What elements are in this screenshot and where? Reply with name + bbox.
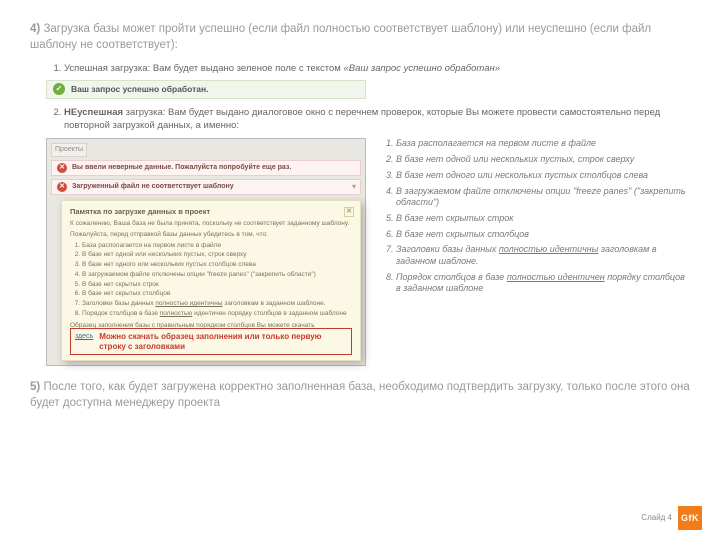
slide-number: Слайд 4 (641, 513, 672, 524)
memo-box: Памятка по загрузке данных в проект ✕ К … (61, 200, 361, 362)
success-bar-text: Ваш запрос успешно обработан. (71, 84, 209, 95)
error-row-1: ✕ Вы ввели неверные данные. Пожалуйста п… (51, 160, 361, 176)
section-4-text: Загрузка базы может пройти успешно (если… (30, 23, 651, 51)
download-link[interactable]: здесь (75, 332, 93, 341)
section-5-num: 5) (30, 381, 40, 393)
shot-tab: Проекты (51, 143, 87, 156)
error-icon: ✕ (57, 182, 67, 192)
item-success: Успешная загрузка: Вам будет выдано зеле… (64, 63, 690, 99)
chevron-down-icon: ▾ (352, 182, 356, 193)
section-5-text: После того, как будет загружена корректн… (30, 381, 690, 409)
error-row-2: ✕ Загруженный файл не соответствует шабл… (51, 179, 361, 195)
item-unsuccess: НЕуспешная загрузка: Вам будет выдано ди… (64, 107, 690, 367)
section-4-num: 4) (30, 23, 40, 35)
check-icon: ✓ (53, 83, 65, 95)
success-bar: ✓ Ваш запрос успешно обработан. (46, 80, 366, 99)
logo: GfK (678, 506, 702, 530)
dialog-screenshot: Проекты ✕ Вы ввели неверные данные. Пожа… (46, 138, 366, 366)
download-caption: Можно скачать образец заполнения или тол… (99, 332, 347, 351)
outer-list: Успешная загрузка: Вам будет выдано зеле… (64, 63, 690, 366)
footer: Слайд 4 GfK (641, 506, 702, 530)
section-4-heading: 4) Загрузка базы может пройти успешно (е… (30, 22, 690, 53)
section-5-heading: 5) После того, как будет загружена корре… (30, 380, 690, 411)
memo-list: База располагается на первом листе в фай… (82, 242, 354, 319)
checklist: База располагается на первом листе в фай… (380, 138, 690, 366)
error-icon: ✕ (57, 163, 67, 173)
close-icon: ✕ (344, 207, 354, 217)
download-callout: здесь Можно скачать образец заполнения и… (70, 328, 352, 355)
